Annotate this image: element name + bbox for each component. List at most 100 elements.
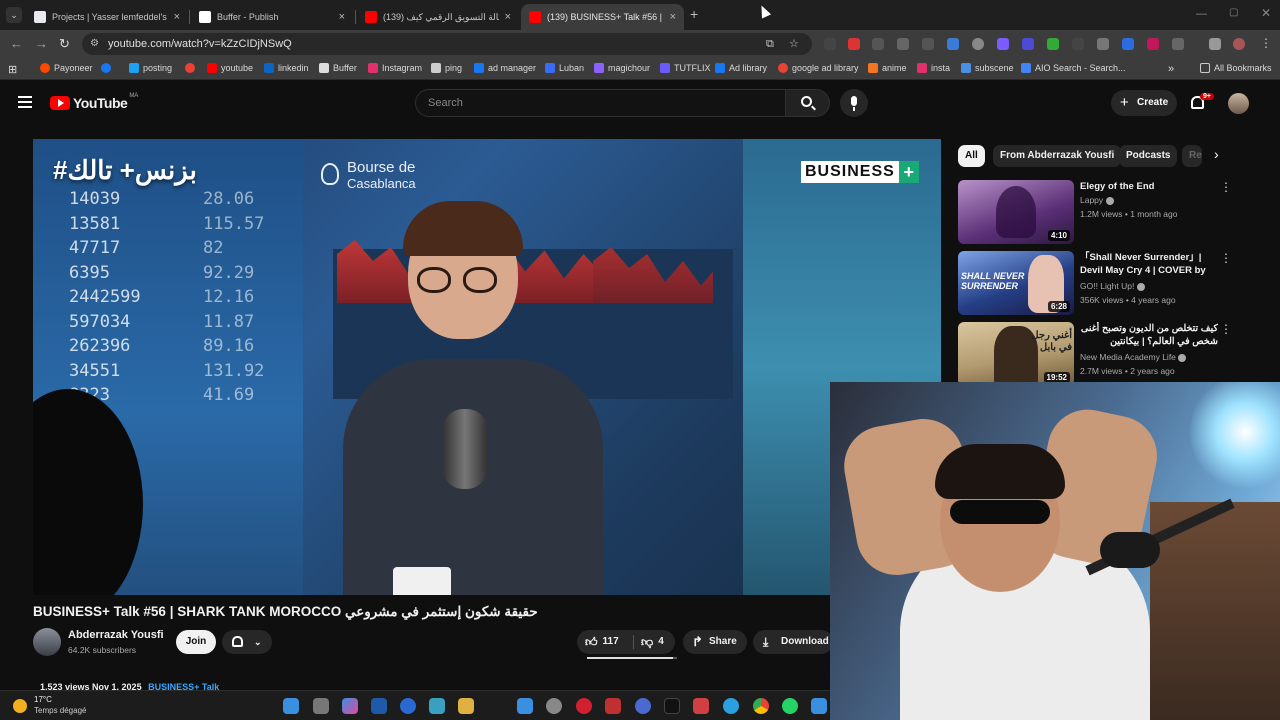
app-icon[interactable] bbox=[693, 698, 709, 714]
chip-podcasts[interactable]: Podcasts bbox=[1119, 145, 1178, 167]
video-player[interactable]: 14039 13581 47717 6395 2442599 597034 262396 34… bbox=[33, 139, 941, 595]
tab-search-icon[interactable]: ⌄ bbox=[6, 7, 22, 23]
dislike-button[interactable]: 👎︎ 4 bbox=[641, 630, 664, 654]
extensions-puzzle-icon[interactable] bbox=[1172, 38, 1184, 50]
minimize-button[interactable]: — bbox=[1196, 8, 1207, 20]
settings-icon[interactable] bbox=[546, 698, 562, 714]
video-thumbnail[interactable]: أغني رجل في بابل 19:52 bbox=[958, 322, 1074, 386]
extension-icon[interactable] bbox=[972, 38, 984, 50]
extension-icon[interactable] bbox=[1147, 38, 1159, 50]
new-tab-button[interactable]: + bbox=[690, 6, 698, 22]
bookmark-google[interactable] bbox=[185, 63, 199, 73]
profile-icon[interactable] bbox=[1233, 38, 1245, 50]
bookmark-magichour[interactable]: magichour bbox=[594, 63, 650, 73]
whatsapp-icon[interactable] bbox=[782, 698, 798, 714]
bookmark-payoneer[interactable]: Payoneer bbox=[40, 63, 93, 73]
video-thumbnail[interactable]: SHALL NEVER SURRENDER 6:28 bbox=[958, 251, 1074, 315]
bookmark-luban[interactable]: Luban bbox=[545, 63, 584, 73]
recommendation-item[interactable]: 4:10 Elegy of the End Lappy 1.2M views •… bbox=[958, 180, 1258, 244]
bookmark-buffer[interactable]: Buffer bbox=[319, 63, 357, 73]
channel-avatar[interactable] bbox=[33, 628, 61, 656]
extension-icon[interactable] bbox=[997, 38, 1009, 50]
maximize-button[interactable]: ▢ bbox=[1229, 7, 1238, 18]
chip-recent[interactable]: Re bbox=[1182, 145, 1202, 167]
download-button[interactable]: ⤓ Download bbox=[753, 630, 833, 654]
extension-icon[interactable] bbox=[1209, 38, 1221, 50]
bookmark-star-icon[interactable]: ☆ bbox=[789, 33, 799, 55]
extension-icon[interactable] bbox=[1122, 38, 1134, 50]
site-info-icon[interactable]: ⚙ bbox=[90, 33, 99, 55]
avatar[interactable] bbox=[1228, 93, 1249, 114]
app-icon[interactable] bbox=[635, 698, 651, 714]
extension-icon[interactable] bbox=[922, 38, 934, 50]
chip-from-channel[interactable]: From Abderrazak Yousfi bbox=[993, 145, 1122, 167]
extension-icon[interactable] bbox=[1072, 38, 1084, 50]
more-options-icon[interactable]: ⋮ bbox=[1220, 180, 1232, 194]
telegram-icon[interactable] bbox=[723, 698, 739, 714]
search-input[interactable]: Search bbox=[415, 89, 786, 117]
extension-icon[interactable] bbox=[824, 38, 836, 50]
bookmark-google-ad-library[interactable]: google ad library bbox=[778, 63, 859, 73]
weather-icon[interactable] bbox=[13, 699, 27, 713]
task-view-icon[interactable] bbox=[313, 698, 329, 714]
close-icon[interactable]: × bbox=[670, 11, 676, 23]
join-button[interactable]: Join bbox=[176, 630, 216, 654]
weather-temp[interactable]: 17°C bbox=[34, 695, 52, 704]
like-button[interactable]: 👍︎ 117 bbox=[585, 630, 619, 654]
recommendation-channel[interactable]: Lappy bbox=[1080, 195, 1114, 205]
app-icon[interactable] bbox=[605, 698, 621, 714]
subscribed-bell-button[interactable]: ⌄ bbox=[222, 630, 272, 654]
bookmark-anime[interactable]: anime bbox=[868, 63, 907, 73]
tab-projects[interactable]: Projects | Yasser lemfeddel's W × bbox=[26, 4, 188, 30]
voice-search-button[interactable] bbox=[840, 89, 868, 117]
bookmark-linkedin[interactable]: linkedin bbox=[264, 63, 309, 73]
close-window-button[interactable]: ✕ bbox=[1261, 6, 1271, 20]
all-bookmarks-button[interactable]: All Bookmarks bbox=[1200, 63, 1272, 73]
bookmark-ping[interactable]: ping bbox=[431, 63, 462, 73]
cast-icon[interactable]: ⧉ bbox=[766, 33, 774, 55]
bookmark-youtube[interactable]: youtube bbox=[207, 63, 253, 73]
bookmark-tutflix[interactable]: TUTFLIX bbox=[660, 63, 711, 73]
more-options-icon[interactable]: ⋮ bbox=[1220, 322, 1232, 336]
chrome-icon[interactable] bbox=[753, 698, 769, 714]
recommendation-title[interactable]: كيف تتخلص من الديون وتصبح أغنى شخص في ال… bbox=[1080, 322, 1218, 348]
address-bar[interactable]: ⚙ youtube.com/watch?v=kZzCIDjNSwQ ⧉ ☆ bbox=[82, 33, 812, 55]
bookmark-insta[interactable]: insta bbox=[917, 63, 950, 73]
search-button[interactable] bbox=[786, 89, 830, 117]
opera-icon[interactable] bbox=[576, 698, 592, 714]
recommendation-item[interactable]: أغني رجل في بابل 19:52 كيف تتخلص من الدي… bbox=[958, 322, 1258, 386]
bookmark-subscene[interactable]: subscene bbox=[961, 63, 1014, 73]
app-icon[interactable] bbox=[811, 698, 827, 714]
recommendation-title[interactable]: Elegy of the End bbox=[1080, 180, 1218, 193]
chip-all[interactable]: All bbox=[958, 145, 985, 167]
create-button[interactable]: + Create bbox=[1111, 90, 1177, 116]
bookmark-ad-library[interactable]: Ad library bbox=[715, 63, 767, 73]
windows-start-icon[interactable] bbox=[283, 698, 299, 714]
bookmark-posting[interactable]: posting bbox=[129, 63, 172, 73]
bookmark-ad-manager[interactable]: ad manager bbox=[474, 63, 536, 73]
app-icon[interactable] bbox=[517, 698, 533, 714]
app-icon[interactable] bbox=[371, 698, 387, 714]
app-icon[interactable] bbox=[400, 698, 416, 714]
share-button[interactable]: ↱ Share bbox=[683, 630, 747, 654]
video-thumbnail[interactable]: 4:10 bbox=[958, 180, 1074, 244]
weather-condition[interactable]: Temps dégagé bbox=[34, 706, 86, 715]
apps-grid-icon[interactable]: ⊞ bbox=[8, 63, 17, 76]
menu-hamburger-icon[interactable] bbox=[18, 96, 32, 108]
bookmark-facebook[interactable] bbox=[101, 63, 115, 73]
bookmark-aio-search[interactable]: AIO Search - Search... bbox=[1021, 63, 1126, 73]
recommendation-item[interactable]: SHALL NEVER SURRENDER 6:28 「Shall Never … bbox=[958, 251, 1258, 315]
channel-name[interactable]: Abderrazak Yousfi bbox=[68, 629, 164, 641]
browser-menu-icon[interactable]: ⋮ bbox=[1260, 36, 1272, 50]
forward-icon[interactable]: → bbox=[35, 36, 48, 51]
reload-icon[interactable]: ↻ bbox=[59, 36, 70, 52]
extension-icon[interactable] bbox=[1097, 38, 1109, 50]
copilot-icon[interactable] bbox=[342, 698, 358, 714]
extension-icon[interactable] bbox=[848, 38, 860, 50]
close-icon[interactable]: × bbox=[339, 11, 345, 23]
extension-icon[interactable] bbox=[897, 38, 909, 50]
extension-icon[interactable] bbox=[947, 38, 959, 50]
tab-buffer[interactable]: Buffer - Publish × bbox=[191, 4, 353, 30]
recommendation-title[interactable]: 「Shall Never Surrender」| Devil May Cry 4… bbox=[1080, 251, 1218, 277]
chevron-right-icon[interactable]: › bbox=[1214, 146, 1219, 162]
